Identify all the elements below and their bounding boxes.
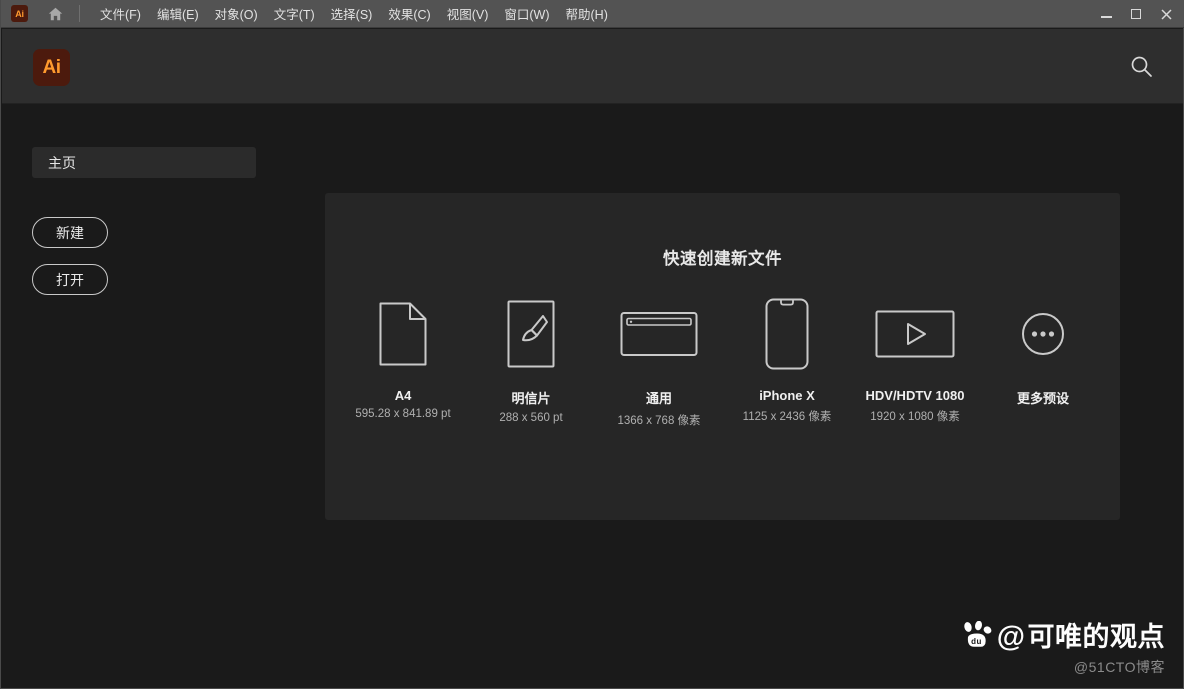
preset-size: 595.28 x 841.89 pt xyxy=(355,408,451,420)
watermark-at: @ xyxy=(996,621,1026,653)
titlebar-divider xyxy=(79,5,80,22)
video-play-icon xyxy=(875,298,955,370)
panel-title: 快速创建新文件 xyxy=(663,250,782,268)
ai-logo-icon[interactable]: Ai xyxy=(33,49,70,86)
sidebar-item-home[interactable]: 主页 xyxy=(32,147,256,178)
preset-size: 1366 x 768 像素 xyxy=(617,415,701,427)
open-button-label: 打开 xyxy=(56,271,84,288)
preset-item-a4[interactable]: A4 595.28 x 841.89 pt xyxy=(343,298,463,428)
more-dots-icon xyxy=(1021,298,1065,370)
document-page-icon xyxy=(379,298,427,370)
baidu-paw-icon: du xyxy=(961,620,993,654)
app-header: Ai xyxy=(2,29,1183,104)
watermark: du @ 可唯的观点 @51CTO博客 xyxy=(961,620,1165,677)
window-controls xyxy=(1091,0,1181,28)
watermark-main: du @ 可唯的观点 xyxy=(961,620,1165,654)
watermark-source: @51CTO博客 xyxy=(1073,659,1165,675)
menu-bar: 文件(F) 编辑(E) 对象(O) 文字(T) 选择(S) 效果(C) 视图(V… xyxy=(92,0,616,27)
preset-item-iphonex[interactable]: iPhone X 1125 x 2436 像素 xyxy=(727,298,847,428)
preset-name: HDV/HDTV 1080 xyxy=(865,388,965,403)
menu-item-type[interactable]: 文字(T) xyxy=(266,0,323,27)
illustrator-window: Ai 文件(F) 编辑(E) 对象(O) 文字(T) 选择(S) 效果(C) 视… xyxy=(0,0,1184,689)
quick-create-panel: 快速创建新文件 A4 595.28 x 841.89 pt 明信片 288 x … xyxy=(325,193,1120,520)
menu-item-select[interactable]: 选择(S) xyxy=(323,0,381,27)
menu-item-object[interactable]: 对象(O) xyxy=(207,0,266,27)
open-button[interactable]: 打开 xyxy=(32,264,108,295)
preset-name: iPhone X xyxy=(759,388,815,403)
ai-logo-icon-small: Ai xyxy=(11,5,28,22)
preset-name: 通用 xyxy=(645,391,672,406)
preset-size: 1920 x 1080 像素 xyxy=(870,411,960,423)
preset-list: A4 595.28 x 841.89 pt 明信片 288 x 560 pt 通… xyxy=(343,298,1103,428)
minimize-icon[interactable] xyxy=(1091,3,1121,25)
menu-item-effect[interactable]: 效果(C) xyxy=(380,0,438,27)
browser-window-icon xyxy=(620,298,698,370)
preset-name: 更多预设 xyxy=(1016,391,1069,406)
preset-item-web[interactable]: 通用 1366 x 768 像素 xyxy=(599,298,719,428)
paintbrush-card-icon xyxy=(507,298,555,370)
body-area: 主页 新建 打开 快速创建新文件 A4 595.28 x 841.89 pt 明… xyxy=(2,105,1183,687)
title-bar: Ai 文件(F) 编辑(E) 对象(O) 文字(T) 选择(S) 效果(C) 视… xyxy=(1,0,1184,28)
preset-name: 明信片 xyxy=(511,391,551,406)
close-icon[interactable] xyxy=(1151,3,1181,25)
phone-notch-icon xyxy=(765,298,809,370)
menu-item-help[interactable]: 帮助(H) xyxy=(558,0,616,27)
preset-item-postcard[interactable]: 明信片 288 x 560 pt xyxy=(471,298,591,428)
search-icon[interactable] xyxy=(1124,49,1158,83)
sidebar: 主页 新建 打开 xyxy=(2,105,302,687)
preset-item-more[interactable]: 更多预设 xyxy=(983,298,1103,428)
svg-text:du: du xyxy=(971,637,982,646)
menu-item-view[interactable]: 视图(V) xyxy=(439,0,497,27)
new-button-label: 新建 xyxy=(56,224,84,241)
menu-item-edit[interactable]: 编辑(E) xyxy=(149,0,207,27)
preset-size: 288 x 560 pt xyxy=(499,412,563,424)
home-icon[interactable] xyxy=(45,5,65,23)
preset-item-hdtv[interactable]: HDV/HDTV 1080 1920 x 1080 像素 xyxy=(855,298,975,428)
menu-item-file[interactable]: 文件(F) xyxy=(92,0,149,27)
menu-item-window[interactable]: 窗口(W) xyxy=(496,0,557,27)
preset-name: A4 xyxy=(394,388,412,403)
preset-size: 1125 x 2436 像素 xyxy=(742,411,832,423)
sidebar-item-home-label: 主页 xyxy=(48,154,76,171)
maximize-icon[interactable] xyxy=(1121,3,1151,25)
new-button[interactable]: 新建 xyxy=(32,217,108,248)
watermark-handle: 可唯的观点 xyxy=(1027,622,1165,652)
